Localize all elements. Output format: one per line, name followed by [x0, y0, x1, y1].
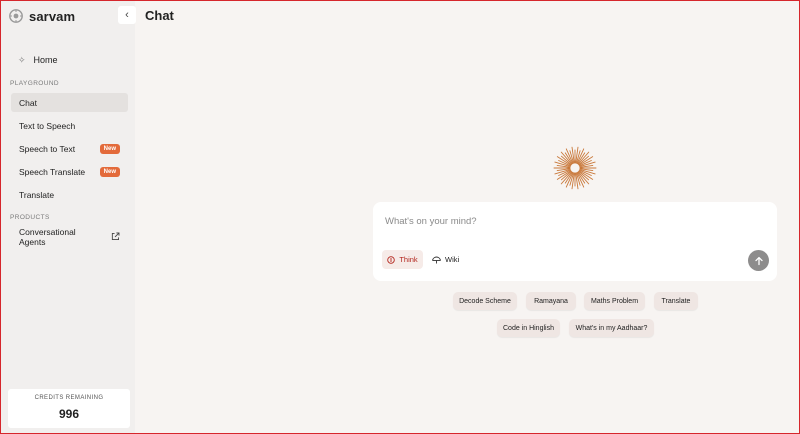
- suggestion-chip[interactable]: Decode Scheme: [453, 292, 517, 310]
- arrow-up-icon: [754, 256, 763, 265]
- think-toggle[interactable]: Think: [382, 250, 423, 269]
- brand[interactable]: sarvam: [9, 7, 75, 25]
- sarvam-burst-icon: [553, 146, 597, 190]
- sidebar-item-label: Speech to Text: [19, 143, 76, 154]
- wiki-icon: [432, 256, 441, 263]
- sidebar-item-label: Speech Translate: [19, 166, 86, 177]
- sidebar-item-home[interactable]: ✧ Home: [11, 51, 127, 69]
- suggestion-chip[interactable]: Ramayana: [526, 292, 576, 310]
- chat-input[interactable]: [385, 213, 745, 229]
- new-badge: New: [99, 166, 120, 177]
- sidebar-item-label: Conversational Agents: [19, 226, 76, 247]
- send-button[interactable]: [748, 250, 769, 271]
- suggestion-chip[interactable]: Code in Hinglish: [497, 319, 560, 337]
- credits-card: CREDITS REMAINING 996: [8, 389, 130, 428]
- wiki-label: Wiki: [445, 255, 460, 264]
- sparkle-icon: ✧: [18, 54, 26, 65]
- sidebar-item-label: Translate: [19, 189, 55, 200]
- external-link-icon: [111, 232, 120, 241]
- sidebar-item-label: Text to Speech: [19, 120, 76, 131]
- credits-label: CREDITS REMAINING: [34, 395, 104, 401]
- sidebar-item-chat[interactable]: Chat: [11, 93, 128, 112]
- sidebar-item-speech-to-text[interactable]: Speech to Text New: [11, 139, 128, 158]
- page-title: Chat: [145, 8, 174, 23]
- sidebar-item-speech-translate[interactable]: Speech Translate New: [11, 162, 128, 181]
- suggestion-chip[interactable]: Maths Problem: [584, 292, 645, 310]
- sidebar-item-conversational-agents[interactable]: Conversational Agents: [11, 226, 128, 247]
- sidebar-item-label: Chat: [19, 97, 37, 108]
- chat-composer: Think Wiki: [373, 202, 777, 281]
- section-label-products: PRODUCTS: [10, 214, 50, 221]
- section-label-playground: PLAYGROUND: [10, 80, 60, 87]
- wiki-toggle[interactable]: Wiki: [432, 250, 464, 269]
- sidebar-item-label: Home: [33, 55, 58, 65]
- collapse-sidebar-button[interactable]: ‹: [118, 6, 136, 24]
- suggestion-chip[interactable]: What's in my Aadhaar?: [569, 319, 654, 337]
- new-badge: New: [99, 143, 120, 154]
- sidebar: sarvam ‹ ✧ Home PLAYGROUND Chat Text to …: [1, 1, 136, 433]
- brand-name: sarvam: [29, 8, 76, 24]
- think-label: Think: [399, 255, 418, 264]
- think-icon: [387, 255, 396, 264]
- suggestion-chip[interactable]: Translate: [654, 292, 698, 310]
- chevron-left-icon: ‹: [125, 9, 129, 21]
- sidebar-item-text-to-speech[interactable]: Text to Speech: [11, 116, 128, 135]
- credits-value: 996: [58, 407, 80, 421]
- sidebar-item-translate[interactable]: Translate: [11, 185, 128, 204]
- sarvam-logo-icon: [9, 9, 23, 23]
